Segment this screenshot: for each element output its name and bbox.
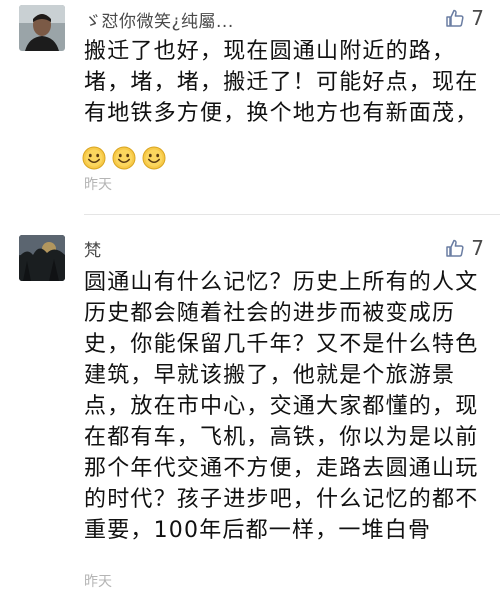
- avatar[interactable]: [19, 235, 65, 281]
- like-button[interactable]: 7: [445, 6, 484, 30]
- comment-text: 圆通山有什么记忆？历史上所有的人文 历史都会随着社会的进步而被变成历 史，你能保…: [84, 267, 479, 546]
- comment-line: 历史都会随着社会的进步而被变成历: [84, 301, 456, 326]
- smiley-icon: [142, 146, 166, 170]
- thumbs-up-icon: [446, 9, 464, 27]
- username[interactable]: ゞ怼你微笑¿纯屬...: [84, 7, 234, 32]
- like-button[interactable]: 7: [445, 236, 484, 260]
- comment-line: 建筑，早就该搬了，他就是个旅游景: [84, 363, 456, 388]
- timestamp: 昨天: [84, 574, 112, 590]
- smiley-icon: [112, 146, 136, 170]
- thumbs-up-icon: [446, 239, 464, 257]
- username[interactable]: 梵: [84, 236, 102, 261]
- avatar[interactable]: [19, 5, 65, 51]
- comment-line: 那个年代交通不方便，走路去圆通山玩: [84, 456, 479, 481]
- comment-line: 史，你能保留几千年？又不是什么特色: [84, 332, 479, 357]
- emoji-row: [82, 146, 166, 170]
- like-count: 7: [471, 6, 484, 30]
- like-count: 7: [471, 236, 484, 260]
- comment-item: 梵 7 圆通山有什么记忆？历史上所有的人文 历史都会随着社会的进步而被变成历 史…: [0, 215, 500, 592]
- comment-line: 点，放在市中心，交通大家都懂的，现: [84, 394, 479, 419]
- comment-line: 的时代？孩子进步吧，什么记忆的都不: [84, 487, 479, 512]
- comment-text: 搬迁了也好，现在圆通山附近的路， 堵，堵，堵，搬迁了！可能好点，现在 有地铁多方…: [84, 36, 479, 129]
- comment-line: 重要，100年后都一样，一堆白骨: [84, 518, 432, 543]
- comment-line: 在都有车，飞机，高铁，你以为是以前: [84, 425, 479, 450]
- smiley-icon: [82, 146, 106, 170]
- comment-line: 搬迁了也好，现在圆通山附近的路，: [84, 39, 456, 64]
- comment-line: 堵，堵，堵，搬迁了！可能好点，现在: [84, 70, 479, 95]
- comment-item: ゞ怼你微笑¿纯屬... 7 搬迁了也好，现在圆通山附近的路， 堵，堵，堵，搬迁了…: [0, 0, 500, 215]
- timestamp: 昨天: [84, 177, 112, 193]
- comment-line: 有地铁多方便，换个地方也有新面茂，: [84, 101, 479, 126]
- comment-line: 圆通山有什么记忆？历史上所有的人文: [84, 270, 479, 295]
